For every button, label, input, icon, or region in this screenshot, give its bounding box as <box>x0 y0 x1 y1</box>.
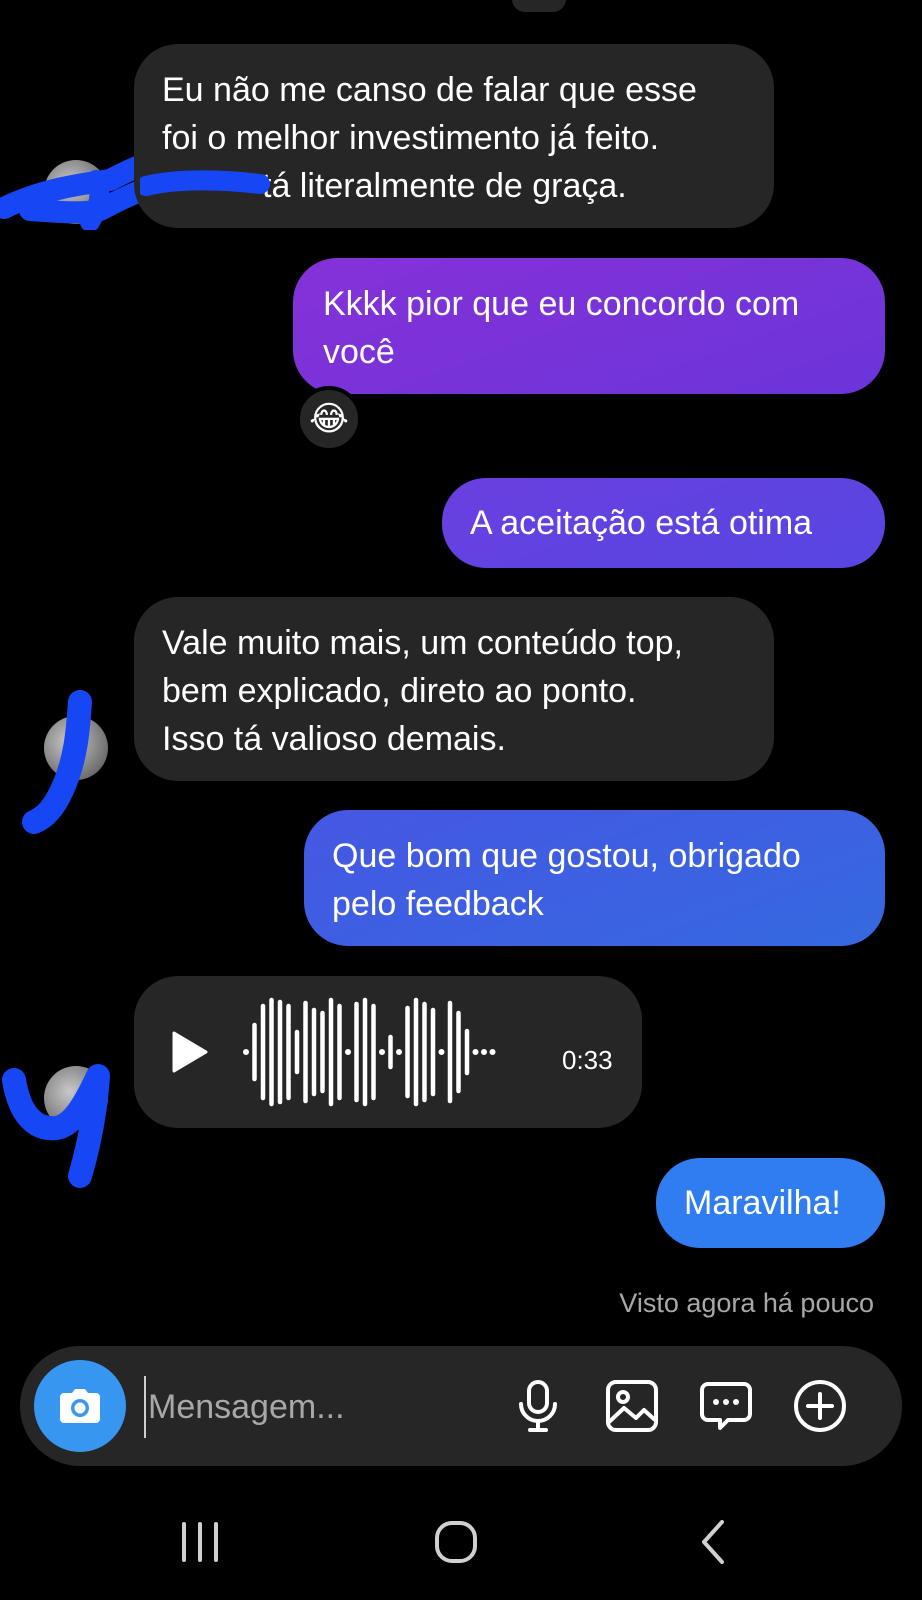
incoming-message[interactable]: Vale muito mais, um conteúdo top, bem ex… <box>134 597 774 781</box>
waveform-bar <box>345 1049 351 1055</box>
voice-duration: 0:33 <box>562 1045 613 1075</box>
scroll-indicator <box>512 0 566 12</box>
message-line: Isso tá valioso demais. <box>162 720 506 758</box>
waveform-bar <box>396 1049 402 1055</box>
sticker-icon[interactable] <box>698 1378 754 1434</box>
seen-status: Visto agora há pouco <box>619 1288 874 1318</box>
play-icon[interactable] <box>170 1030 210 1074</box>
outgoing-message[interactable]: Kkkk pior que eu concordo com você <box>293 258 885 394</box>
redaction-scribble <box>2 1064 110 1188</box>
camera-button[interactable] <box>34 1360 126 1452</box>
redaction-scribble <box>22 690 92 834</box>
plus-icon[interactable] <box>792 1378 848 1434</box>
outgoing-message[interactable]: A aceitação está otima <box>442 478 885 568</box>
recent-apps-icon[interactable] <box>170 1512 230 1572</box>
outgoing-message[interactable]: Maravilha! <box>656 1158 885 1248</box>
message-line: Que bom que gostou, obrigado <box>332 837 801 875</box>
back-icon[interactable] <box>684 1512 744 1572</box>
navigation-bar <box>0 1490 922 1600</box>
outgoing-message[interactable]: Que bom que gostou, obrigado pelo feedba… <box>304 810 885 946</box>
message-text: A aceitação está otima <box>470 504 813 542</box>
reaction-emoji[interactable]: 😂 <box>296 386 362 452</box>
waveform-bar <box>481 1049 487 1055</box>
message-text: Maravilha! <box>684 1184 841 1222</box>
waveform-bar <box>438 1049 445 1055</box>
message-line: foi o melhor investimento já feito. <box>162 119 660 157</box>
message-line: Vale muito mais, um conteúdo top, <box>162 624 683 662</box>
voice-message[interactable]: 0:33 <box>134 976 642 1128</box>
waveform-bar <box>379 1049 385 1055</box>
message-line: Kkkk pior que eu concordo com <box>323 285 800 323</box>
message-input[interactable] <box>144 1376 510 1438</box>
message-line: bem explicado, direto ao ponto. <box>162 672 637 710</box>
message-line: pelo feedback <box>332 885 544 923</box>
waveform-bar <box>472 1049 479 1055</box>
redaction-scribble <box>140 170 270 196</box>
waveform-bar <box>243 1049 249 1055</box>
message-composer <box>20 1346 902 1466</box>
image-icon[interactable] <box>604 1378 660 1434</box>
waveform-bar <box>489 1049 496 1055</box>
camera-icon <box>60 1389 100 1423</box>
audio-waveform[interactable] <box>240 992 550 1112</box>
home-icon[interactable] <box>426 1512 486 1572</box>
message-line: você <box>323 333 395 371</box>
microphone-icon[interactable] <box>510 1378 566 1434</box>
message-line: Eu não me canso de falar que esse <box>162 71 697 109</box>
